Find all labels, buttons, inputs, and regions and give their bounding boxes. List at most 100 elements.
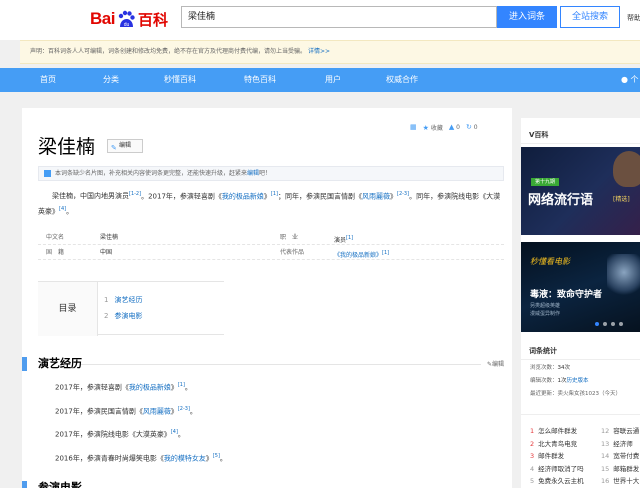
portrait-image [613, 151, 640, 187]
tip-text: 本词条缺少名片图，补充相关内容使词条更完整，还能快速升级，赶紧来 [55, 170, 248, 177]
ref-link[interactable]: [4] [171, 429, 178, 435]
share-button[interactable]: ↻ 0 [466, 123, 478, 131]
pencil-icon: ✎ [111, 144, 117, 152]
stat-edits: 编辑次数：1次历史版本 [530, 375, 621, 388]
banner-brand: 秒懂看电影 [530, 256, 570, 267]
banner-line: 另类超级英雄 [530, 303, 561, 309]
list-item[interactable]: 13 经济师 [601, 438, 639, 451]
entry-text-end: 》 [170, 407, 178, 416]
list-item[interactable]: 1 怎么邮件群发 [530, 425, 584, 438]
hot-text: 北大青鸟电竞 [538, 439, 578, 448]
list-item[interactable]: 3 邮件群发 [530, 450, 584, 463]
entry-period: 。 [177, 430, 185, 439]
toc-link[interactable]: 参演电影 [114, 312, 142, 320]
hot-text: 宽带付费 [613, 452, 640, 460]
stat-label: 浏览次数： [530, 365, 558, 371]
baidu-baike-logo[interactable]: Bai du 百科 [90, 6, 168, 32]
work-link-2[interactable]: 风雨麗薇 [362, 192, 390, 200]
ref-link[interactable]: [1-2] [129, 191, 141, 197]
share-icon: ↻ [465, 123, 472, 131]
stats-heading: 词条统计 [521, 342, 640, 360]
toc-item-2[interactable]: 2 参演电影 [104, 308, 142, 324]
notice-detail-link[interactable]: 详情>> [308, 48, 330, 55]
toc-item-1[interactable]: 1 演艺经历 [104, 292, 142, 308]
search-input[interactable]: 梁佳楠 [181, 6, 497, 28]
rank: 2 [530, 439, 535, 448]
hot-text: 邮箱群发 [613, 464, 640, 473]
ref-link[interactable]: [1] [382, 250, 389, 256]
ref-link[interactable]: [1] [271, 191, 278, 197]
ref-link[interactable]: [2-3] [397, 191, 409, 197]
carousel-dot[interactable] [619, 322, 623, 326]
nav-user[interactable]: 用户 [325, 68, 341, 92]
info-row: 国 籍 中国 代表作品 《我的极品新娘》[1] [38, 246, 504, 260]
help-link[interactable]: 帮助 [627, 13, 640, 23]
info-row: 中文名 梁佳楠 职 业 演员[1] [38, 231, 504, 245]
ref-link[interactable]: [5] [213, 453, 220, 459]
list-item[interactable]: 5 免费永久云主机 [530, 475, 584, 488]
list-item[interactable]: 4 经济师取消了吗 [530, 463, 584, 476]
list-item[interactable]: 12 容联云通 [601, 425, 639, 438]
entry-link[interactable]: 风雨麗薇 [143, 407, 171, 415]
ref-link[interactable]: [1] [346, 235, 353, 241]
person-icon: ● [621, 75, 628, 84]
top-header: Bai du 百科 梁佳楠 进入词条 全站搜索 帮助 [0, 0, 640, 40]
list-item[interactable]: 2 北大青鸟电竞 [530, 438, 584, 451]
hot-text: 容联云通 [613, 427, 640, 435]
main-nav: 首页 分类 秒懂百科 特色百科 用户 权威合作 ● 个 [0, 68, 640, 92]
like-button[interactable]: ▲ 0 [449, 123, 460, 131]
nav-personal[interactable]: ● 个 [621, 68, 639, 92]
list-item[interactable]: 15 邮箱群发 [601, 463, 639, 476]
miaodong-movie-banner[interactable]: 秒懂看电影 毒液：致命守护者 另类超级英雄 漫威蛋异制作 [521, 242, 640, 332]
paw-icon: du [118, 10, 135, 28]
collect-button[interactable]: ★ 收藏 [423, 123, 443, 132]
entry-period: 。 [219, 454, 227, 463]
basic-info-table: 中文名 梁佳楠 职 业 演员[1] 国 籍 中国 代表作品 《我的极品新娘》[1… [38, 231, 504, 261]
toc-link[interactable]: 演艺经历 [114, 296, 142, 304]
notice-bar: 声明：百科词条人人可编辑，词条创建和修改均免费，绝不存在官方及代理商付费代编，请… [20, 40, 640, 64]
share-count: 0 [473, 124, 478, 131]
enter-entry-button[interactable]: 进入词条 [497, 6, 557, 28]
entry-link[interactable]: 我的极品新娘 [129, 383, 171, 391]
career-entry: 2017年，参演轻喜剧《我的极品新娘》[1]。 [55, 379, 192, 393]
entry-text-end: 》 [170, 383, 178, 392]
site-search-button[interactable]: 全站搜索 [560, 6, 620, 28]
rank: 16 [601, 477, 610, 485]
history-link[interactable]: 历史版本 [567, 378, 589, 384]
list-item[interactable]: 14 宽带付费 [601, 450, 639, 463]
nav-miaodong[interactable]: 秒懂百科 [164, 68, 196, 92]
carousel-dot[interactable] [611, 322, 615, 326]
nav-featured[interactable]: 特色百科 [244, 68, 276, 92]
logo-baike-text: 百科 [137, 11, 168, 29]
section-edit-button[interactable]: ✎编辑 [487, 359, 504, 368]
work-link-1[interactable]: 我的极品新娘 [222, 192, 264, 200]
brand-a: 秒懂 [530, 257, 546, 266]
toc-list: 1 演艺经历 2 参演电影 [104, 292, 142, 324]
collect-label: 收藏 [430, 124, 443, 132]
summary-text-3: ；同年，参演民国言情剧《 [278, 192, 362, 201]
carousel-dot[interactable] [595, 322, 599, 326]
summary-text-4-end: 。 [66, 207, 74, 216]
entry-text: 2017年，参演民国言情剧《 [55, 407, 143, 416]
summary-text-3-end: 》 [390, 192, 397, 201]
edit-label: 编辑 [119, 142, 132, 149]
edit-button[interactable]: ✎ 编辑 [107, 139, 143, 153]
rank: 3 [530, 452, 535, 460]
entry-link[interactable]: 我的模特女友 [164, 454, 206, 462]
nav-home[interactable]: 首页 [40, 68, 56, 92]
entry-stats: 浏览次数：34次 编辑次数：1次历史版本 最近更新：卖火柴女孩1023（今天） [530, 362, 621, 401]
tip-edit-link[interactable]: 编辑 [247, 170, 259, 177]
carousel-dots[interactable] [595, 322, 623, 326]
representative-work-link[interactable]: 《我的极品新娘》 [334, 252, 382, 259]
baike-badge-icon[interactable]: ▦ [410, 123, 417, 131]
list-item[interactable]: 16 世界十大 [601, 475, 639, 488]
vbaike-banner-slang[interactable]: 第十九期 网络流行语 [精选] [521, 147, 640, 235]
section-marker [22, 481, 27, 488]
carousel-dot[interactable] [603, 322, 607, 326]
ref-link[interactable]: [1] [178, 382, 185, 388]
logo-bai-text: Bai [90, 9, 115, 28]
hot-list-left: 1 怎么邮件群发 2 北大青鸟电竞 3 邮件群发 4 经济师取消了吗 5 免费永久云主机 [530, 425, 584, 488]
ref-link[interactable]: [2-3] [178, 406, 190, 412]
nav-category[interactable]: 分类 [103, 68, 119, 92]
nav-authority[interactable]: 权威合作 [386, 68, 418, 92]
